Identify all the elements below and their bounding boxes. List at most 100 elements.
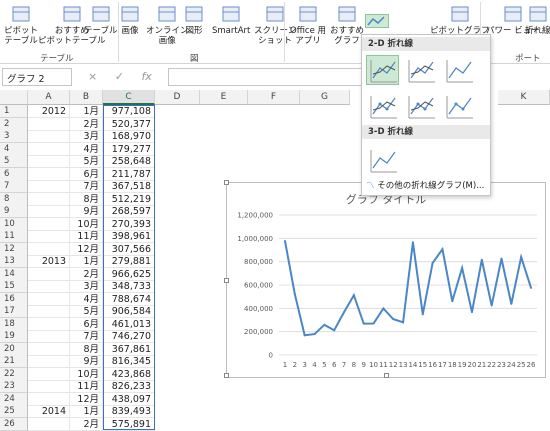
online-picture-button[interactable]: オンライン 画像	[146, 4, 189, 46]
row-header[interactable]: 23	[0, 380, 28, 393]
resize-handle[interactable]	[384, 373, 389, 378]
cell-b[interactable]: 3月	[70, 130, 103, 143]
column-header-g[interactable]: G	[300, 90, 350, 105]
sparkline-line-button[interactable]: 折れ線	[525, 4, 550, 36]
cell-b[interactable]: 8月	[70, 342, 103, 356]
cell-a[interactable]	[28, 180, 70, 193]
cell-c[interactable]: 826,233	[103, 380, 155, 393]
chart-type-100-stacked-line[interactable]	[442, 55, 475, 85]
data-point[interactable]	[362, 322, 365, 325]
cell-b[interactable]: 12月	[70, 392, 103, 406]
cell-b[interactable]: 9月	[70, 205, 103, 218]
data-point[interactable]	[313, 333, 316, 336]
more-line-charts-link[interactable]: 〽 その他の折れ線グラフ(M)...	[366, 180, 484, 192]
name-box[interactable]: グラフ 2	[2, 68, 72, 86]
cell-b[interactable]: 1月	[70, 255, 103, 268]
data-point[interactable]	[382, 307, 385, 310]
smartart-button[interactable]: SmartArt	[212, 4, 250, 36]
cell-a[interactable]	[28, 280, 70, 293]
cell-b[interactable]: 1月	[70, 405, 103, 418]
row-header[interactable]: 19	[0, 330, 28, 343]
cell-a[interactable]	[28, 380, 70, 393]
cell-c[interactable]: 168,970	[103, 130, 155, 143]
row-header[interactable]: 14	[0, 267, 28, 281]
cell-c[interactable]: 839,493	[103, 405, 155, 418]
cell-b[interactable]: 2月	[70, 117, 103, 131]
row-header[interactable]: 4	[0, 142, 28, 156]
data-point[interactable]	[372, 322, 375, 325]
cell-b[interactable]: 10月	[70, 367, 103, 381]
cell-b[interactable]: 7月	[70, 330, 103, 343]
cancel-icon[interactable]: ×	[88, 70, 97, 83]
row-header[interactable]: 16	[0, 292, 28, 306]
series-line[interactable]	[284, 240, 532, 337]
cell-c[interactable]: 906,584	[103, 305, 155, 318]
cell-a[interactable]	[28, 217, 70, 231]
cell-b[interactable]: 9月	[70, 355, 103, 368]
data-point[interactable]	[323, 323, 326, 326]
cell-a[interactable]: 2013	[28, 255, 70, 268]
cell-c[interactable]: 279,881	[103, 255, 155, 268]
cell-a[interactable]	[28, 392, 70, 406]
data-point[interactable]	[293, 293, 296, 296]
cell-a[interactable]	[28, 155, 70, 168]
cell-a[interactable]	[28, 267, 70, 281]
row-header[interactable]: 22	[0, 367, 28, 381]
row-header[interactable]: 7	[0, 180, 28, 193]
cell-c[interactable]: 258,648	[103, 155, 155, 168]
cell-b[interactable]: 2月	[70, 267, 103, 281]
data-point[interactable]	[530, 286, 532, 289]
data-point[interactable]	[510, 302, 513, 305]
shapes-button[interactable]: 図形	[184, 4, 204, 36]
data-point[interactable]	[343, 311, 346, 314]
row-header[interactable]: 24	[0, 392, 28, 406]
chart-object[interactable]: グラフ タイトル 0 200,000 400,000 600,000 800,000 1,…	[224, 180, 546, 378]
table-button[interactable]: テーブル	[84, 4, 118, 36]
line-chart-menu-button[interactable]	[365, 14, 389, 28]
cell-b[interactable]: 3月	[70, 280, 103, 293]
cell-c[interactable]: 211,787	[103, 167, 155, 181]
cell-b[interactable]: 6月	[70, 317, 103, 331]
column-header-a[interactable]: A	[28, 90, 70, 105]
chart-type-line[interactable]	[366, 55, 399, 85]
row-header[interactable]: 2	[0, 117, 28, 131]
cell-b[interactable]: 4月	[70, 142, 103, 156]
cell-a[interactable]	[28, 192, 70, 206]
cell-c[interactable]: 816,345	[103, 355, 155, 368]
cell-b[interactable]: 11月	[70, 230, 103, 243]
picture-button[interactable]: 画像	[120, 4, 140, 36]
cell-c[interactable]: 520,377	[103, 117, 155, 131]
row-header[interactable]: 17	[0, 305, 28, 318]
row-header[interactable]: 15	[0, 280, 28, 293]
cell-b[interactable]: 6月	[70, 167, 103, 181]
office-apps-button[interactable]: Office 用 アプリ	[290, 4, 326, 46]
data-point[interactable]	[402, 321, 405, 324]
cell-b[interactable]: 4月	[70, 292, 103, 306]
row-header[interactable]: 13	[0, 255, 28, 268]
cell-c[interactable]: 307,566	[103, 242, 155, 256]
formula-input[interactable]	[168, 68, 368, 86]
cell-c[interactable]: 512,219	[103, 192, 155, 206]
row-header[interactable]: 18	[0, 317, 28, 331]
select-all-corner[interactable]	[0, 90, 28, 105]
cell-c[interactable]: 270,393	[103, 217, 155, 231]
row-header[interactable]: 21	[0, 355, 28, 368]
chart-type-3d-line[interactable]	[366, 145, 399, 175]
cell-c[interactable]: 348,733	[103, 280, 155, 293]
cell-a[interactable]	[28, 330, 70, 343]
cell-a[interactable]	[28, 130, 70, 143]
resize-handle[interactable]	[224, 373, 229, 378]
cell-a[interactable]	[28, 355, 70, 368]
column-header-d[interactable]: D	[155, 90, 200, 105]
cell-a[interactable]	[28, 142, 70, 156]
cell-a[interactable]	[28, 205, 70, 218]
cell-c[interactable]: 788,674	[103, 292, 155, 306]
cell-a[interactable]	[28, 242, 70, 256]
cell-b[interactable]: 10月	[70, 217, 103, 231]
enter-icon[interactable]: ✓	[115, 70, 124, 83]
cell-b[interactable]: 11月	[70, 380, 103, 393]
column-header-e[interactable]: E	[200, 90, 248, 105]
row-header[interactable]: 5	[0, 155, 28, 168]
cell-b[interactable]: 1月	[70, 105, 103, 118]
data-point[interactable]	[392, 318, 395, 321]
